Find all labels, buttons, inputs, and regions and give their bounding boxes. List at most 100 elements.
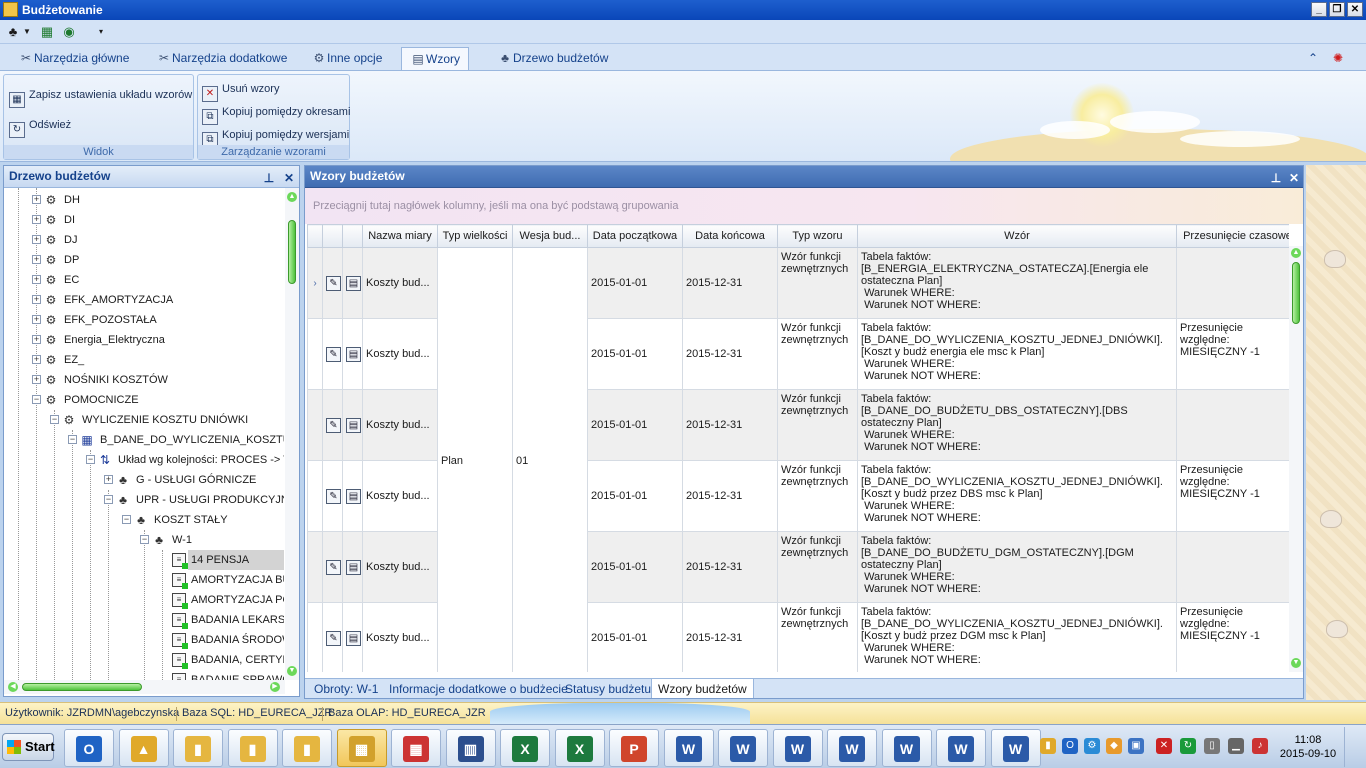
taskbar-button[interactable]: ▥ [445,729,496,767]
column-header-data-koncowa[interactable]: Data końcowa [682,224,778,248]
minimize-button[interactable]: _ [1311,2,1327,17]
taskbar-button[interactable]: X [500,729,550,767]
view-cell[interactable]: ▤ [342,389,363,461]
expand-icon[interactable]: + [32,375,41,384]
row-indicator[interactable]: › [307,247,323,319]
tray-security-icon[interactable]: ✕ [1156,738,1172,754]
taskbar-button[interactable]: ▮ [227,729,278,767]
scroll-up-icon[interactable]: ▲ [287,192,297,202]
tree-node[interactable]: ≡ BADANIA ŚRODOW [4,630,284,650]
edit-template-icon[interactable]: ✎ [326,417,341,433]
edit-template-icon[interactable]: ✎ [326,346,341,362]
tree-node[interactable]: + ⚙ EC [4,270,284,290]
expand-icon[interactable]: + [32,255,41,264]
edit-cell[interactable]: ✎ [322,389,343,461]
view-cell[interactable]: ▤ [342,460,363,532]
expand-icon[interactable]: + [104,475,113,484]
tray-outlook-icon[interactable]: O [1062,738,1078,754]
copy-between-periods-button[interactable]: ⧉ Kopiuj pomiędzy okresami [202,102,350,125]
column-header-wzor[interactable]: Wzór [857,224,1177,248]
taskbar-button[interactable]: W [990,729,1041,767]
pin-icon[interactable]: ⊥ [262,168,276,185]
tray-volume-icon[interactable]: ♪ [1252,738,1268,754]
refresh-button[interactable]: ↻ Odśwież [9,115,71,138]
close-icon[interactable]: ✕ [1287,168,1301,185]
scroll-up-icon[interactable]: ▲ [1291,248,1301,258]
tree-node[interactable]: + ⚙ NOŚNIKI KOSZTÓW [4,370,284,390]
taskbar-button[interactable]: P [609,729,659,767]
scroll-right-icon[interactable]: ▶ [270,682,280,692]
view-cell[interactable]: ▤ [342,318,363,390]
edit-template-icon[interactable]: ✎ [326,275,341,291]
tab-drzewo-budzetow[interactable]: ♣ Drzewo budżetów [489,47,616,70]
tree-node[interactable]: − ⇅ Układ wg kolejności: PROCES -> T [4,450,284,470]
edit-cell[interactable]: ✎ [322,602,343,672]
view-details-icon[interactable]: ▤ [346,559,361,575]
scroll-left-icon[interactable]: ◀ [8,682,18,692]
restore-button[interactable]: ❐ [1329,2,1345,17]
expand-icon[interactable]: + [32,335,41,344]
collapse-icon[interactable]: − [140,535,149,544]
tab-narzedzia-glowne[interactable]: ✂ Narzędzia główne [10,47,137,70]
taskbar-clock[interactable]: 11:08 2015-09-10 [1278,733,1338,761]
users-icon[interactable]: ♣ [4,23,22,40]
view-details-icon[interactable]: ▤ [346,346,361,362]
collapse-ribbon-icon[interactable]: ⌃ [1308,47,1318,70]
column-header-typ-wzoru[interactable]: Typ wzoru [777,224,858,248]
taskbar-button[interactable]: W [718,729,768,767]
tree-node[interactable]: ≡ BADANIA, CERTYFI [4,650,284,670]
tab-statusy-budzetu[interactable]: Statusy budżetu [559,679,657,698]
taskbar-button[interactable]: W [827,729,877,767]
row-indicator[interactable] [307,602,323,672]
excel-export-icon[interactable]: ▦ [38,23,56,40]
tree-node[interactable]: ≡BADANIA LEKARSKI [4,610,284,630]
expand-icon[interactable]: + [32,355,41,364]
scroll-thumb[interactable] [22,683,142,691]
collapse-icon[interactable]: − [68,435,77,444]
collapse-icon[interactable]: − [32,395,41,404]
taskbar-button[interactable]: ▮ [173,729,223,767]
dropdown-arrow-icon[interactable]: ▼ [22,23,32,40]
scroll-thumb[interactable] [288,220,296,284]
column-header-data-poczatkowa[interactable]: Data początkowa [587,224,683,248]
taskbar-button[interactable]: ▲ [118,729,169,767]
column-header-wersja[interactable]: Wesja bud... [512,224,588,248]
customize-toolbar-icon[interactable]: ▾ [92,23,110,40]
row-indicator[interactable] [307,318,323,390]
taskbar-button[interactable]: ▦ [391,729,441,767]
taskbar-button[interactable]: W [881,729,932,767]
tray-app-icon[interactable]: ◆ [1106,738,1122,754]
taskbar-button[interactable]: W [663,729,714,767]
column-header-nazwa-miary[interactable]: Nazwa miary [362,224,438,248]
tray-network-icon[interactable]: ⚙ [1084,738,1100,754]
tree-node[interactable]: −♣UPR - USŁUGI PRODUKCYJNO- [4,490,284,510]
expand-icon[interactable]: + [32,195,41,204]
edit-cell[interactable]: ✎ [322,318,343,390]
taskbar-button[interactable]: ▦ [336,729,387,767]
view-details-icon[interactable]: ▤ [346,488,361,504]
refresh-globe-icon[interactable]: ◉ [60,23,78,40]
taskbar-button[interactable]: X [554,729,605,767]
tree-node[interactable]: ≡AMORTYZACJA BUD [4,570,284,590]
collapse-icon[interactable]: − [86,455,95,464]
tab-inne-opcje[interactable]: ⚙ Inne opcje [303,47,390,70]
scroll-thumb[interactable] [1292,262,1300,324]
tree-node[interactable]: + ♣ G - USŁUGI GÓRNICZE [4,470,284,490]
expand-icon[interactable]: + [32,295,41,304]
tree-node[interactable]: + ⚙ DP [4,250,284,270]
scroll-down-icon[interactable]: ▼ [1291,658,1301,668]
tree-node-selected[interactable]: ≡ 14 PENSJA [4,550,284,570]
tree-node[interactable]: + ⚙ DJ [4,230,284,250]
tree-node[interactable]: ≡ BADANIE SPRAWO [4,670,284,680]
tree-node[interactable]: + ⚙ Energia_Elektryczna [4,330,284,350]
pin-icon[interactable]: ⊥ [1269,168,1283,185]
tray-signal-icon[interactable]: ▁ [1228,738,1244,754]
collapse-icon[interactable]: − [122,515,131,524]
view-cell[interactable]: ▤ [342,602,363,672]
tray-sync-icon[interactable]: ↻ [1180,738,1196,754]
delete-templates-button[interactable]: ✕ Usuń wzory [202,79,279,102]
table-row[interactable]: › ✎ ▤ Koszty bud... Plan 01 2015-01-01 2015-12-… [307,247,1289,672]
tab-obroty[interactable]: Obroty: W-1 [308,679,384,698]
tree-node[interactable]: − ⚙ POMOCNICZE [4,390,284,410]
tree-node[interactable]: ≡AMORTYZACJA POZ [4,590,284,610]
